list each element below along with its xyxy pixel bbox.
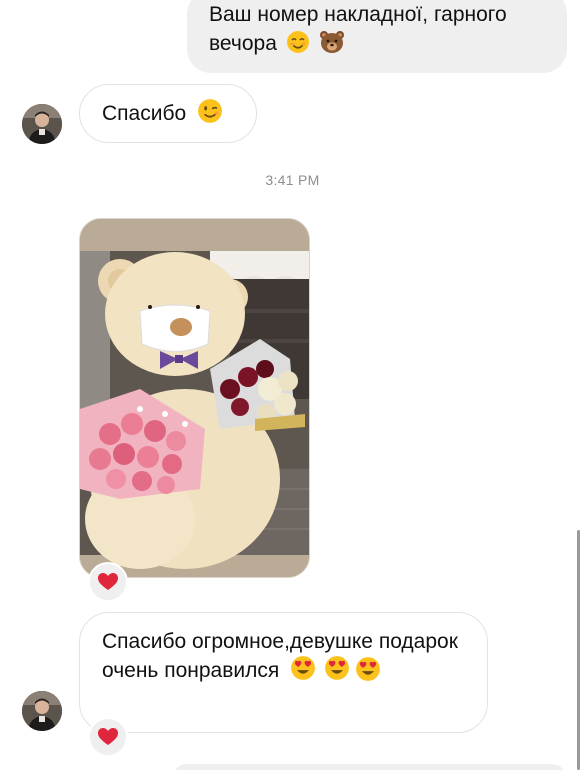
heart-reaction-photo[interactable]: [88, 562, 128, 602]
outgoing-message-text: Ваш номер накладної, гарного вечора: [209, 3, 507, 55]
bear-face-emoji-icon: [319, 30, 345, 59]
smiling-face-emoji-icon: [286, 30, 310, 59]
winking-face-emoji-icon: [197, 98, 223, 129]
heart-eyes-emoji-icon: [290, 655, 316, 686]
contact-avatar[interactable]: [22, 104, 62, 144]
red-heart-icon: [98, 573, 118, 590]
heart-reaction-message[interactable]: [88, 717, 128, 757]
outgoing-message-bubble-partial[interactable]: [172, 764, 567, 770]
incoming-message-text: Спасибо огромное,девушке подарок очень п…: [102, 630, 458, 682]
photo-message[interactable]: [79, 218, 310, 578]
contact-avatar[interactable]: [22, 691, 62, 731]
teddy-bear-photo: [80, 219, 309, 577]
incoming-message-bubble[interactable]: Спасибо: [79, 84, 257, 143]
outgoing-message-bubble[interactable]: Ваш номер накладної, гарного вечора: [187, 0, 567, 73]
heart-eyes-emoji-icon: [324, 655, 350, 686]
heart-eyes-emoji-icon: [355, 656, 381, 687]
red-heart-icon: [98, 728, 118, 745]
incoming-message-bubble[interactable]: Спасибо огромное,девушке подарок очень п…: [79, 612, 488, 733]
incoming-message-text: Спасибо: [102, 102, 187, 125]
message-timestamp: 3:41 PM: [265, 172, 320, 188]
scrollbar[interactable]: [577, 530, 580, 770]
chat-screen: Ваш номер накладної, гарного вечора Спас…: [0, 0, 585, 770]
